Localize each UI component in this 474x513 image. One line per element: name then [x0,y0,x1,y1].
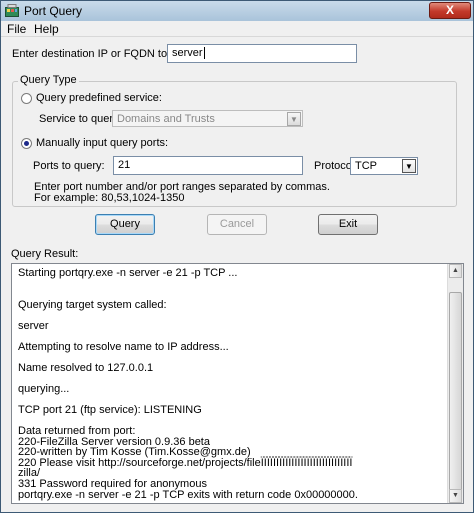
scrollbar-thumb[interactable] [449,292,462,492]
predefined-service-radio[interactable] [21,93,32,104]
ports-value: 21 [118,159,131,171]
predefined-service-label[interactable]: Query predefined service: [36,92,162,104]
service-value: Domains and Trusts [117,113,215,125]
protocol-value: TCP [355,160,377,172]
window-title: Port Query [24,4,83,18]
title-bar[interactable]: Port Query X [1,1,473,21]
scroll-down-icon[interactable]: ▼ [449,489,462,503]
manual-ports-label[interactable]: Manually input query ports: [36,137,168,149]
result-line: server [18,319,49,332]
result-line: Name resolved to 127.0.0.1 [18,361,154,374]
destination-value: server [172,47,203,59]
result-line: Starting portqry.exe -n server -e 21 -p … [18,267,238,279]
result-line: Querying target system called: [18,298,167,311]
ports-hint-line2: For example: 80,53,1024-1350 [34,192,185,204]
service-label: Service to query: [39,113,122,125]
manual-ports-radio[interactable] [21,138,32,149]
ports-input[interactable]: 21 [113,156,303,175]
service-select[interactable]: Domains and Trusts ▼ [112,110,303,127]
menu-bar: File Help [1,21,473,37]
chevron-down-icon: ▼ [287,112,301,126]
destination-input[interactable]: server [167,44,357,63]
cancel-button[interactable]: Cancel [207,214,267,235]
result-line: querying... [18,383,70,396]
close-button[interactable]: X [429,2,471,19]
query-button[interactable]: Query [95,214,155,235]
query-result-box[interactable]: Starting portqry.exe -n server -e 21 -p … [11,263,464,504]
query-result-label: Query Result: [11,248,79,260]
query-type-label: Query Type [18,74,79,86]
scroll-up-icon[interactable]: ▲ [449,264,462,278]
chevron-down-icon: ▼ [402,159,416,173]
menu-help[interactable]: Help [34,22,59,36]
port-query-window: Port Query X File Help Enter destination… [0,0,474,513]
app-icon [5,4,19,17]
protocol-select[interactable]: TCP ▼ [350,157,418,175]
result-line: Attempting to resolve name to IP address… [18,340,229,353]
exit-button[interactable]: Exit [318,214,378,235]
result-line: 220 Please visit http://sourceforge.net/… [18,456,353,469]
ports-label: Ports to query: [33,160,105,172]
menu-file[interactable]: File [7,22,26,36]
vertical-scrollbar[interactable]: ▲ ▼ [447,264,463,503]
close-icon: X [445,3,454,17]
result-line: portqry.exe -n server -e 21 -p TCP exits… [18,488,358,501]
result-line: TCP port 21 (ftp service): LISTENING [18,404,202,417]
